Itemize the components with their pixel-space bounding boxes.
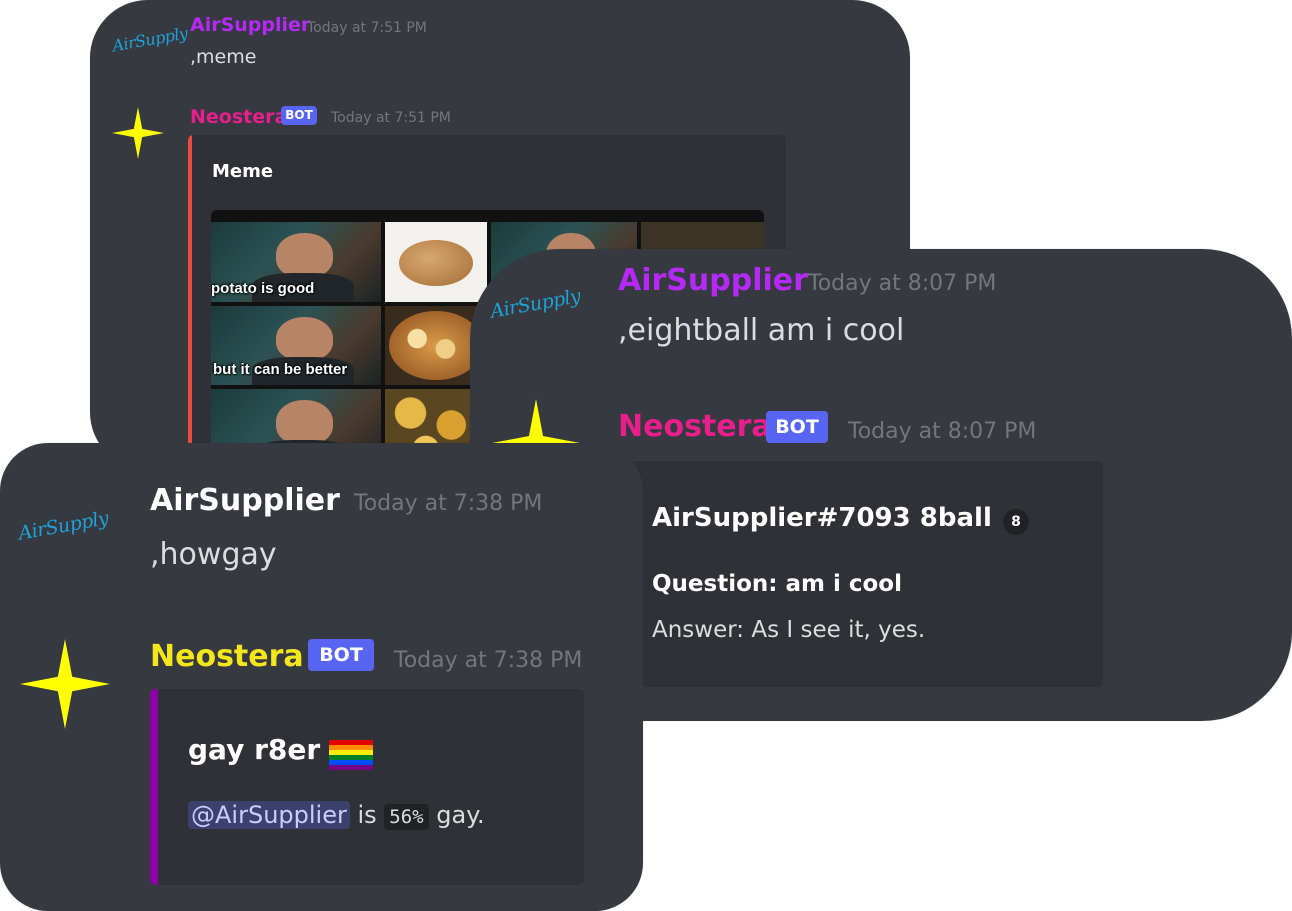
embed-text: gay. [436,801,485,829]
embed-title: gay r8er [188,733,321,766]
question-text: Question: am i cool [652,571,902,597]
user-name[interactable]: AirSupplier [150,483,340,518]
embed-text: is [357,801,377,829]
bot-name[interactable]: Neostera [150,639,304,674]
timestamp: Today at 7:38 PM [394,648,583,673]
yellow-star-icon[interactable] [20,639,110,729]
embed-accent-bar [150,689,158,885]
user-mention[interactable]: @AirSupplier [188,801,350,829]
bot-name[interactable]: Neostera [190,106,287,128]
airsupply-logo-avatar[interactable]: AirSupply [489,285,582,322]
message-text: ,howgay [150,537,277,572]
howgay-message-panel: AirSupply AirSupplier Today at 7:38 PM ,… [0,443,643,911]
embed-title: AirSupplier#7093 8ball [652,503,992,533]
meme-caption: potato is good [211,280,315,297]
meme-caption: but it can be better [213,361,348,378]
eightball-embed: AirSupplier#7093 8ball 8 Question: am i … [618,461,1103,687]
airsupply-logo-avatar[interactable]: AirSupply [17,507,110,544]
yellow-star-icon[interactable] [112,107,164,159]
timestamp: Today at 8:07 PM [848,419,1037,444]
timestamp: Today at 7:51 PM [331,110,451,126]
embed-accent-bar [188,135,192,470]
howgay-embed: gay r8er @AirSupplier is 56% gay. [150,689,584,885]
user-name[interactable]: AirSupplier [190,14,310,36]
timestamp: Today at 7:38 PM [354,491,543,516]
message-text: ,meme [190,46,257,68]
user-name[interactable]: AirSupplier [618,263,808,298]
embed-title: Meme [212,161,274,182]
message-text: ,eightball am i cool [618,313,905,348]
bot-badge: BOT [308,639,374,671]
bot-badge: BOT [281,106,317,125]
8ball-icon: 8 [1002,508,1029,535]
meme-cell-potato [385,222,487,302]
bot-badge: BOT [766,411,828,443]
airsupply-logo-avatar[interactable]: AirSupply [111,24,189,56]
bot-name[interactable]: Neostera [618,409,772,444]
answer-text: Answer: As I see it, yes. [652,617,926,643]
percent-value: 56% [384,804,429,830]
timestamp: Today at 8:07 PM [808,271,997,296]
rainbow-flag-icon [329,739,374,770]
timestamp: Today at 7:51 PM [307,20,427,36]
